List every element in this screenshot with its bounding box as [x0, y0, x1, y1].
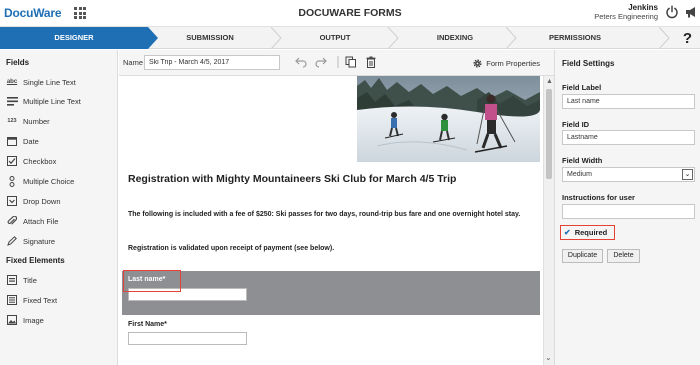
duplicate-button[interactable]: Duplicate	[562, 249, 603, 263]
radio-icon	[6, 175, 18, 187]
step-submission[interactable]: SUBMISSION	[160, 27, 260, 49]
palette-item-label: Date	[23, 136, 39, 146]
image-icon	[6, 315, 18, 325]
checkmark-icon: ✔	[564, 228, 571, 237]
form-description[interactable]: The following is included with a fee of …	[128, 209, 538, 221]
workflow-steps: DESIGNER SUBMISSION OUTPUT INDEXING PERM…	[0, 27, 700, 49]
palette-item-multiple-line-text[interactable]: Multiple Line Text	[6, 94, 81, 108]
palette-item-label: Image	[23, 315, 44, 325]
form-title[interactable]: Registration with Mighty Mountaineers Sk…	[128, 173, 538, 185]
chevron-right-icon	[387, 27, 399, 49]
field-width-select[interactable]: Medium ⌄	[562, 167, 695, 182]
fixed-elements-heading: Fixed Elements	[6, 256, 65, 265]
palette-item-label: Multiple Choice	[23, 176, 75, 186]
field-label: First Name*	[128, 321, 167, 328]
paperclip-icon	[6, 216, 18, 226]
highlight-box	[123, 270, 181, 292]
chevron-down-icon[interactable]: ⌄	[682, 169, 693, 180]
field-width-heading: Field Width	[562, 156, 603, 165]
designer-toolbar: Name Form Properties	[119, 50, 554, 76]
chevron-right-icon	[658, 27, 670, 49]
gear-icon	[473, 58, 482, 68]
delete-button[interactable]: Delete	[607, 249, 640, 263]
chevron-right-icon	[505, 27, 517, 49]
field-palette: Fields abc Single Line Text Multiple Lin…	[0, 50, 118, 365]
step-arrow	[148, 27, 158, 49]
palette-item-label: Signature	[23, 236, 56, 246]
field-settings-panel: Field Settings Field Label Field ID Fiel…	[554, 50, 700, 365]
step-designer[interactable]: DESIGNER	[0, 27, 148, 49]
palette-item-signature[interactable]: Signature	[6, 234, 55, 248]
palette-item-attach-file[interactable]: Attach File	[6, 214, 58, 228]
form-name-label: Name	[123, 58, 144, 67]
checkbox-icon	[6, 156, 18, 166]
field-width-value: Medium	[567, 171, 592, 178]
palette-item-label: Title	[23, 275, 37, 285]
user-organization: Peters Engineering	[594, 12, 658, 21]
form-designer-area: Name Form Properties	[119, 50, 554, 365]
palette-item-fixed-text[interactable]: Fixed Text	[6, 293, 57, 307]
title-icon	[6, 275, 18, 285]
scrollbar-thumb[interactable]	[546, 89, 552, 179]
form-properties-button[interactable]: Form Properties	[472, 56, 540, 70]
instructions-input[interactable]	[562, 204, 695, 219]
chevron-right-icon	[270, 27, 282, 49]
form-canvas: Registration with Mighty Mountaineers Sk…	[119, 76, 543, 365]
power-icon[interactable]	[665, 5, 679, 19]
undo-icon[interactable]	[295, 56, 307, 68]
palette-item-single-line-text[interactable]: abc Single Line Text	[6, 75, 76, 89]
scroll-down-icon[interactable]: ⌄	[545, 354, 552, 362]
megaphone-icon[interactable]	[684, 5, 698, 19]
text-block-icon	[6, 295, 18, 305]
ski-trip-photo	[357, 76, 540, 162]
palette-item-label: Number	[23, 116, 50, 126]
first-name-input[interactable]	[128, 332, 247, 345]
palette-item-label: Multiple Line Text	[23, 96, 81, 106]
toolbar-separator	[337, 56, 339, 68]
top-bar: DocuWare DOCUWARE FORMS Jenkins Peters E…	[0, 0, 700, 27]
field-label-heading: Field Label	[562, 83, 602, 92]
required-label: Required	[574, 228, 608, 237]
lines-icon	[6, 96, 18, 106]
step-indexing[interactable]: INDEXING	[405, 27, 505, 49]
field-id-heading: Field ID	[562, 120, 590, 129]
palette-item-label: Attach File	[23, 216, 59, 226]
palette-item-checkbox[interactable]: Checkbox	[6, 154, 56, 168]
trash-icon[interactable]	[365, 56, 377, 68]
user-name: Jenkins	[628, 3, 658, 12]
instructions-heading: Instructions for user	[562, 193, 635, 202]
palette-item-label: Single Line Text	[23, 77, 76, 87]
abc-icon: abc	[6, 79, 18, 85]
copy-icon[interactable]	[345, 56, 357, 68]
pen-icon	[6, 236, 18, 246]
palette-item-image[interactable]: Image	[6, 313, 44, 327]
redo-icon[interactable]	[315, 56, 327, 68]
dropdown-icon	[6, 196, 18, 206]
field-id-input[interactable]	[562, 130, 695, 145]
selected-field-last-name[interactable]: Last name*	[122, 271, 540, 315]
palette-item-number[interactable]: 123 Number	[6, 114, 50, 128]
form-properties-label: Form Properties	[486, 58, 540, 68]
form-note[interactable]: Registration is validated upon receipt o…	[128, 245, 538, 252]
vertical-scrollbar[interactable]: ▲ ⌄	[543, 76, 554, 365]
palette-item-label: Checkbox	[23, 156, 57, 166]
fields-heading: Fields	[6, 58, 30, 67]
palette-item-label: Drop Down	[23, 196, 61, 206]
palette-item-date[interactable]: Date	[6, 134, 39, 148]
field-label-input[interactable]	[562, 94, 695, 109]
123-icon: 123	[7, 118, 17, 124]
step-output[interactable]: OUTPUT	[285, 27, 385, 49]
palette-item-title[interactable]: Title	[6, 273, 37, 287]
step-permissions[interactable]: PERMISSIONS	[525, 27, 625, 49]
palette-item-drop-down[interactable]: Drop Down	[6, 194, 61, 208]
help-icon[interactable]: ?	[683, 30, 692, 47]
scroll-up-icon[interactable]: ▲	[546, 78, 553, 85]
form-name-input[interactable]	[144, 55, 280, 70]
field-settings-title: Field Settings	[562, 59, 615, 68]
required-checkbox[interactable]: ✔ Required	[560, 225, 615, 240]
calendar-icon	[6, 136, 18, 146]
palette-item-multiple-choice[interactable]: Multiple Choice	[6, 174, 74, 188]
palette-item-label: Fixed Text	[23, 295, 58, 305]
